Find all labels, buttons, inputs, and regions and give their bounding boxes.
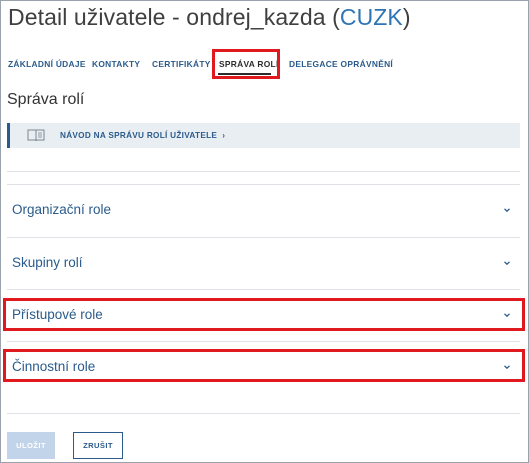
accordion-cinnostni-role[interactable]: Činnostní role xyxy=(7,347,520,387)
accordion-skupiny-roli[interactable]: Skupiny rolí xyxy=(7,243,520,283)
accordion-pristupove-role[interactable]: Přístupové role xyxy=(7,295,520,335)
tab-delegace-opravneni[interactable]: DELEGACE OPRÁVNĚNÍ xyxy=(289,51,393,79)
book-icon xyxy=(27,129,45,142)
accordion-label: Skupiny rolí xyxy=(12,255,83,270)
chevron-down-icon xyxy=(504,365,510,370)
accordion-organizacni-role[interactable]: Organizační role xyxy=(7,190,520,230)
active-tab-underline xyxy=(218,73,271,75)
divider xyxy=(7,237,520,238)
guide-link-label[interactable]: NÁVOD NA SPRÁVU ROLÍ UŽIVATELE › xyxy=(60,123,225,148)
chevron-down-icon xyxy=(504,208,510,213)
accordion-label: Činnostní role xyxy=(12,359,96,374)
divider xyxy=(7,289,520,290)
accordion-label: Organizační role xyxy=(12,202,112,217)
chevron-right-icon: › xyxy=(222,131,226,140)
save-button[interactable]: ULOŽIT xyxy=(7,432,55,459)
page-title: Detail uživatele - ondrej_kazda (CUZK) xyxy=(8,4,411,31)
guide-link-bar[interactable]: NÁVOD NA SPRÁVU ROLÍ UŽIVATELE › xyxy=(7,123,520,148)
divider xyxy=(7,341,520,342)
page-title-suffix: ) xyxy=(402,4,411,30)
divider xyxy=(7,413,520,414)
tab-kontakty[interactable]: KONTAKTY xyxy=(92,51,140,79)
divider xyxy=(7,171,520,172)
tab-zakladni-udaje[interactable]: ZÁKLADNÍ ÚDAJE xyxy=(8,51,86,79)
page-title-org: CUZK xyxy=(339,4,403,30)
accordion-label: Přístupové role xyxy=(12,307,103,322)
tab-bar: ZÁKLADNÍ ÚDAJE KONTAKTY CERTIFIKÁTY SPRÁ… xyxy=(1,51,528,79)
page-title-prefix: Detail uživatele - ondrej_kazda ( xyxy=(8,4,340,30)
chevron-down-icon xyxy=(504,261,510,266)
chevron-down-icon xyxy=(504,313,510,318)
cancel-button[interactable]: ZRUŠIT xyxy=(73,432,123,459)
divider xyxy=(7,184,520,185)
tab-certifikaty[interactable]: CERTIFIKÁTY xyxy=(152,51,211,79)
user-detail-window: Detail uživatele - ondrej_kazda (CUZK) Z… xyxy=(0,0,529,463)
section-title: Správa rolí xyxy=(7,91,85,108)
guide-link-text: NÁVOD NA SPRÁVU ROLÍ UŽIVATELE xyxy=(60,131,218,140)
